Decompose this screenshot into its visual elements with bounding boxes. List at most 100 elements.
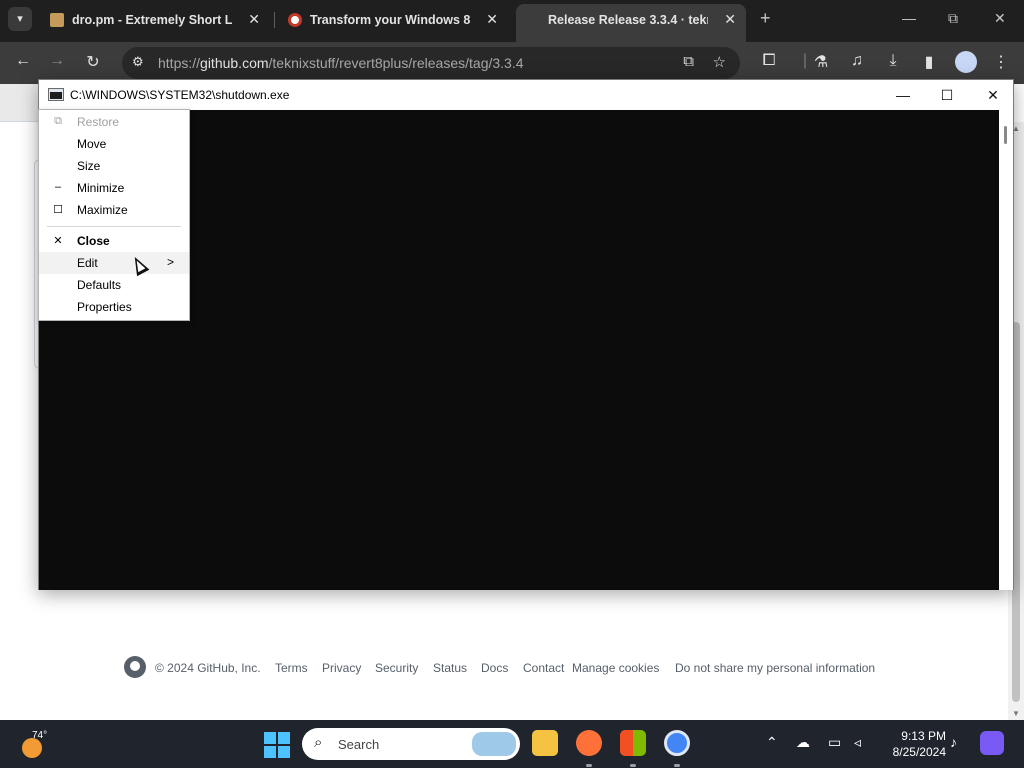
opera-favicon-icon (288, 13, 302, 27)
window-minimize-button[interactable]: — (902, 10, 916, 26)
menu-item-label: Move (77, 137, 107, 151)
minimize-icon: – (54, 181, 62, 193)
file-explorer-icon[interactable] (532, 730, 558, 756)
back-arrow-icon[interactable]: ← (12, 52, 34, 70)
tab-search-button[interactable]: ▾ (8, 7, 32, 31)
tab-transform-windows[interactable]: Transform your Windows 8/10/ ✕ (278, 4, 508, 36)
search-placeholder: Search (338, 737, 380, 752)
console-scrollbar-thumb[interactable] (1004, 126, 1007, 144)
tab-dro-pm[interactable]: dro.pm - Extremely Short Link ✕ (40, 4, 270, 36)
footer-link-status[interactable]: Status (433, 661, 467, 675)
url-host: github.com (200, 55, 269, 71)
menu-item-label: Close (77, 234, 110, 248)
footer-link-do-not-share[interactable]: Do not share my personal information (675, 661, 875, 675)
bookmark-star-icon[interactable]: ☆ (713, 53, 726, 71)
start-button-windows-icon[interactable] (264, 732, 290, 758)
address-bar[interactable]: ⚙ https://github.com/teknixstuff/revert8… (122, 47, 740, 79)
footer-link-security[interactable]: Security (375, 661, 418, 675)
footer-link-contact[interactable]: Contact (523, 661, 564, 675)
site-info-icon[interactable]: ⚙ (132, 54, 144, 70)
window-restore-button[interactable]: ⧉ (948, 10, 958, 27)
url-path: /teknixstuff/revert8plus/releases/tag/3.… (268, 55, 524, 71)
more-menu-icon[interactable]: ⋮ (990, 52, 1012, 72)
footer-copyright: © 2024 GitHub, Inc. (155, 661, 261, 675)
menu-item-close[interactable]: ✕ Close (39, 230, 189, 252)
menu-item-label: Maximize (77, 203, 128, 217)
github-logo-icon[interactable] (124, 656, 146, 678)
console-window-title: C:\WINDOWS\SYSTEM32\shutdown.exe (70, 88, 290, 102)
onedrive-cloud-icon[interactable]: ☁ (796, 734, 810, 751)
firefox-icon[interactable] (576, 730, 602, 756)
chrome-icon[interactable] (664, 730, 690, 756)
reload-icon[interactable]: ↻ (82, 52, 104, 72)
side-panel-icon[interactable]: ▮ (918, 52, 940, 72)
menu-item-defaults[interactable]: Defaults (39, 274, 189, 296)
browser-toolbar: ← → ↻ ⚙ https://github.com/teknixstuff/r… (0, 42, 1024, 84)
install-app-icon[interactable]: ⧉ (683, 53, 694, 70)
dro-pm-favicon-icon (50, 13, 64, 27)
taskbar-clock[interactable]: 9:13 PM 8/25/2024 (880, 728, 946, 760)
menu-item-edit[interactable]: Edit > (39, 252, 189, 274)
close-icon: ✕ (53, 235, 63, 247)
console-scrollbar[interactable] (999, 110, 1013, 590)
maximize-icon: ☐ (53, 204, 63, 216)
menu-item-move[interactable]: Move (39, 133, 189, 155)
console-title-bar[interactable]: C:\WINDOWS\SYSTEM32\shutdown.exe — ☐ ✕ (39, 80, 1013, 110)
menu-item-restore[interactable]: ⧉ Restore (39, 111, 189, 133)
console-app-icon[interactable] (48, 88, 64, 101)
download-icon[interactable]: ⤓ (882, 52, 904, 70)
network-display-icon[interactable]: ▭ (828, 734, 841, 751)
profile-avatar-icon[interactable] (955, 51, 977, 73)
clock-date: 8/25/2024 (892, 745, 946, 759)
show-hidden-icons-chevron-up-icon[interactable]: ⌃ (766, 734, 778, 751)
tab-title: dro.pm - Extremely Short Link (72, 13, 232, 27)
menu-item-label: Properties (77, 300, 132, 314)
menu-item-label: Restore (77, 115, 120, 129)
weather-sun-icon (22, 738, 42, 758)
menu-item-label: Edit (77, 256, 98, 270)
running-indicator (586, 764, 592, 767)
notification-bell-icon[interactable]: ♪ (950, 734, 957, 750)
extensions-icon[interactable]: ⧠ (758, 52, 780, 70)
footer-link-privacy[interactable]: Privacy (322, 661, 361, 675)
footer-link-terms[interactable]: Terms (275, 661, 308, 675)
url-text[interactable]: https://github.com/teknixstuff/revert8pl… (158, 55, 524, 71)
clock-time: 9:13 PM (901, 729, 946, 743)
media-control-icon[interactable]: ♫ (846, 52, 868, 70)
chevron-right-icon: > (167, 255, 175, 269)
console-minimize-button[interactable]: — (881, 84, 925, 106)
tab-title: Transform your Windows 8/10/ (310, 13, 470, 27)
footer-link-manage-cookies[interactable]: Manage cookies (572, 661, 659, 675)
tab-release-3-3-4[interactable]: Release Release 3.3.4 · teknixst ✕ (516, 4, 746, 42)
menu-item-maximize[interactable]: ☐ Maximize (39, 199, 189, 221)
close-tab-icon[interactable]: ✕ (248, 11, 260, 28)
footer-link-docs[interactable]: Docs (481, 661, 508, 675)
scroll-down-arrow-icon[interactable]: ▼ (1012, 709, 1020, 718)
forward-arrow-icon[interactable]: → (46, 52, 68, 70)
close-tab-icon[interactable]: ✕ (486, 11, 498, 28)
console-close-button[interactable]: ✕ (971, 84, 1015, 106)
menu-item-minimize[interactable]: – Minimize (39, 177, 189, 199)
search-icon: ⌕ (314, 734, 323, 751)
menu-item-size[interactable]: Size (39, 155, 189, 177)
volume-muted-icon[interactable]: ◃ (854, 734, 861, 751)
menu-separator (47, 226, 181, 227)
windows-xp-logo-icon[interactable] (620, 730, 646, 756)
window-system-menu: ⧉ Restore Move Size – Minimize ☐ Maximiz… (38, 109, 190, 321)
window-close-button[interactable]: ✕ (994, 10, 1006, 27)
tab-title: Release Release 3.3.4 · teknixst (548, 13, 708, 27)
labs-flask-icon[interactable]: ⚗ (810, 52, 832, 72)
menu-item-properties[interactable]: Properties (39, 296, 189, 318)
menu-item-label: Defaults (77, 278, 122, 292)
weather-widget[interactable]: 74° (18, 730, 58, 760)
restore-icon: ⧉ (54, 115, 62, 127)
copilot-icon[interactable] (980, 731, 1004, 755)
plus-icon[interactable]: + (760, 8, 771, 29)
menu-item-label: Minimize (77, 181, 125, 195)
taskbar-search-box[interactable]: ⌕ Search (302, 728, 520, 760)
close-tab-icon[interactable]: ✕ (724, 11, 736, 28)
tab-separator (274, 12, 275, 28)
running-indicator (630, 764, 636, 767)
windows-taskbar: 74° ⌕ Search ⌃ ☁ ▭ ◃ 9:13 PM 8/25/2024 ♪ (0, 720, 1024, 768)
console-maximize-button[interactable]: ☐ (925, 84, 969, 106)
